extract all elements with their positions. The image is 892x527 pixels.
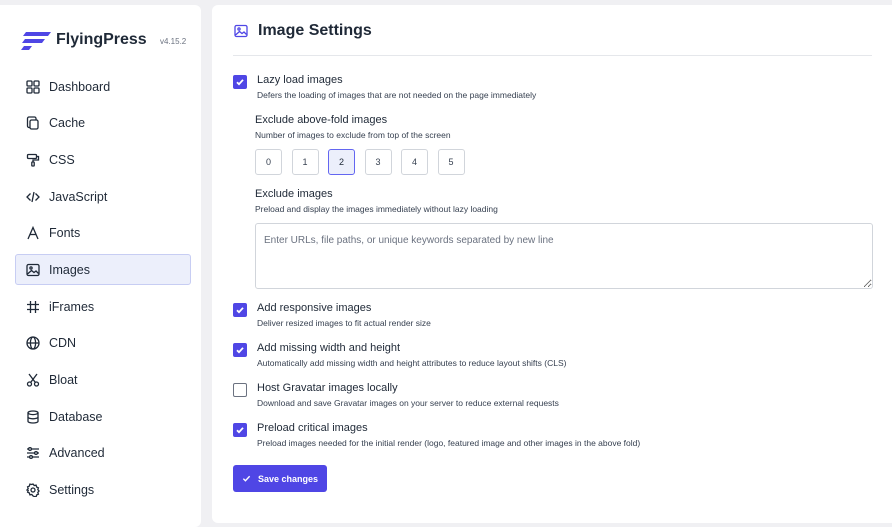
option-title: Add missing width and height: [257, 342, 401, 354]
width-height-checkbox[interactable]: [233, 343, 247, 357]
font-icon: [26, 226, 40, 240]
sidebar-item-images[interactable]: Images: [15, 254, 191, 286]
option-title: Preload critical images: [257, 422, 368, 434]
brand-name: FlyingPress: [56, 31, 147, 48]
database-icon: [26, 410, 40, 424]
version-label: v4.15.2: [160, 37, 187, 46]
sidebar-item-label: Dashboard: [49, 79, 111, 94]
gear-icon: [26, 483, 40, 498]
save-button-label: Save changes: [257, 473, 319, 484]
check-icon: [236, 347, 244, 354]
sidebar-item-javascript[interactable]: JavaScript: [15, 181, 191, 212]
preload-critical-checkbox[interactable]: [233, 423, 247, 437]
option-description: Automatically add missing width and heig…: [257, 358, 567, 368]
sidebar-item-label: Bloat: [49, 373, 78, 387]
check-icon: [242, 475, 251, 482]
hash-icon: [26, 300, 40, 314]
option-title: Add responsive images: [257, 302, 372, 314]
option-description: Preload images needed for the initial re…: [257, 438, 641, 448]
sidebar-item-label: Database: [49, 409, 103, 424]
sidebar-item-label: Fonts: [49, 226, 81, 241]
sidebar-item-bloat[interactable]: Bloat: [15, 365, 191, 396]
sidebar-item-label: JavaScript: [49, 189, 108, 204]
count-option-3[interactable]: 3: [364, 149, 392, 175]
sidebar-item-label: Settings: [49, 483, 95, 498]
exclude-above-fold-description: Number of images to exclude from top of …: [255, 130, 451, 140]
exclude-images-textarea[interactable]: [255, 223, 873, 289]
header-divider: [233, 55, 872, 56]
page-title: Image Settings: [258, 22, 372, 39]
sidebar-item-dashboard[interactable]: Dashboard: [15, 71, 191, 102]
sidebar-item-database[interactable]: Database: [15, 401, 191, 432]
gravatar-checkbox[interactable]: [233, 383, 247, 397]
page-header: Image Settings: [234, 22, 372, 40]
code-icon: [26, 190, 40, 204]
sidebar-item-css[interactable]: CSS: [15, 144, 191, 175]
option-title: Host Gravatar images locally: [257, 382, 398, 394]
count-option-2[interactable]: 2: [328, 149, 355, 175]
option-description: Download and save Gravatar images on you…: [257, 398, 559, 408]
sidebar-item-label: Cache: [49, 116, 86, 131]
copy-icon: [26, 116, 40, 130]
lazy-load-checkbox[interactable]: [233, 75, 247, 89]
sidebar-item-fonts[interactable]: Fonts: [15, 218, 191, 249]
sidebar-item-settings[interactable]: Settings: [15, 475, 191, 506]
save-button[interactable]: Save changes: [233, 465, 327, 492]
above-fold-count-selector: 0 1 2 3 4 5: [255, 149, 474, 175]
image-icon: [234, 24, 248, 38]
sidebar-item-label: iFrames: [49, 299, 95, 314]
sidebar: FlyingPress v4.15.2 Dashboard Cache CSS: [0, 5, 201, 527]
sidebar-nav: Dashboard Cache CSS JavaScript Fonts Ima…: [15, 71, 191, 511]
count-option-0[interactable]: 0: [255, 149, 282, 175]
exclude-images-description: Preload and display the images immediate…: [255, 204, 498, 214]
responsive-images-checkbox[interactable]: [233, 303, 247, 317]
sidebar-item-label: CDN: [49, 336, 77, 351]
option-description: Deliver resized images to fit actual ren…: [257, 318, 431, 328]
sidebar-item-label: Advanced: [49, 446, 105, 461]
count-option-4[interactable]: 4: [401, 149, 428, 175]
check-icon: [236, 307, 244, 314]
sliders-icon: [26, 446, 40, 460]
count-option-1[interactable]: 1: [291, 149, 319, 175]
sidebar-item-cache[interactable]: Cache: [15, 108, 191, 139]
check-icon: [236, 79, 244, 86]
flyingpress-logo-icon: [21, 32, 51, 50]
sidebar-item-label: CSS: [49, 152, 75, 167]
paint-roller-icon: [26, 153, 40, 167]
option-title: Lazy load images: [257, 74, 343, 86]
sidebar-item-cdn[interactable]: CDN: [15, 328, 191, 359]
check-icon: [236, 427, 244, 434]
exclude-images-title: Exclude images: [255, 188, 333, 200]
sidebar-item-label: Images: [49, 262, 90, 277]
globe-icon: [26, 336, 40, 350]
option-description: Defers the loading of images that are no…: [257, 90, 537, 100]
count-option-5[interactable]: 5: [437, 149, 465, 175]
brand: FlyingPress: [20, 29, 147, 51]
main-panel: Image Settings Lazy load images Defers t…: [212, 5, 892, 523]
sidebar-item-advanced[interactable]: Advanced: [15, 438, 191, 469]
image-icon: [26, 263, 40, 277]
exclude-above-fold-title: Exclude above-fold images: [255, 114, 388, 126]
sidebar-item-iframes[interactable]: iFrames: [15, 291, 191, 322]
grid-icon: [26, 79, 40, 94]
scissors-icon: [26, 373, 40, 387]
